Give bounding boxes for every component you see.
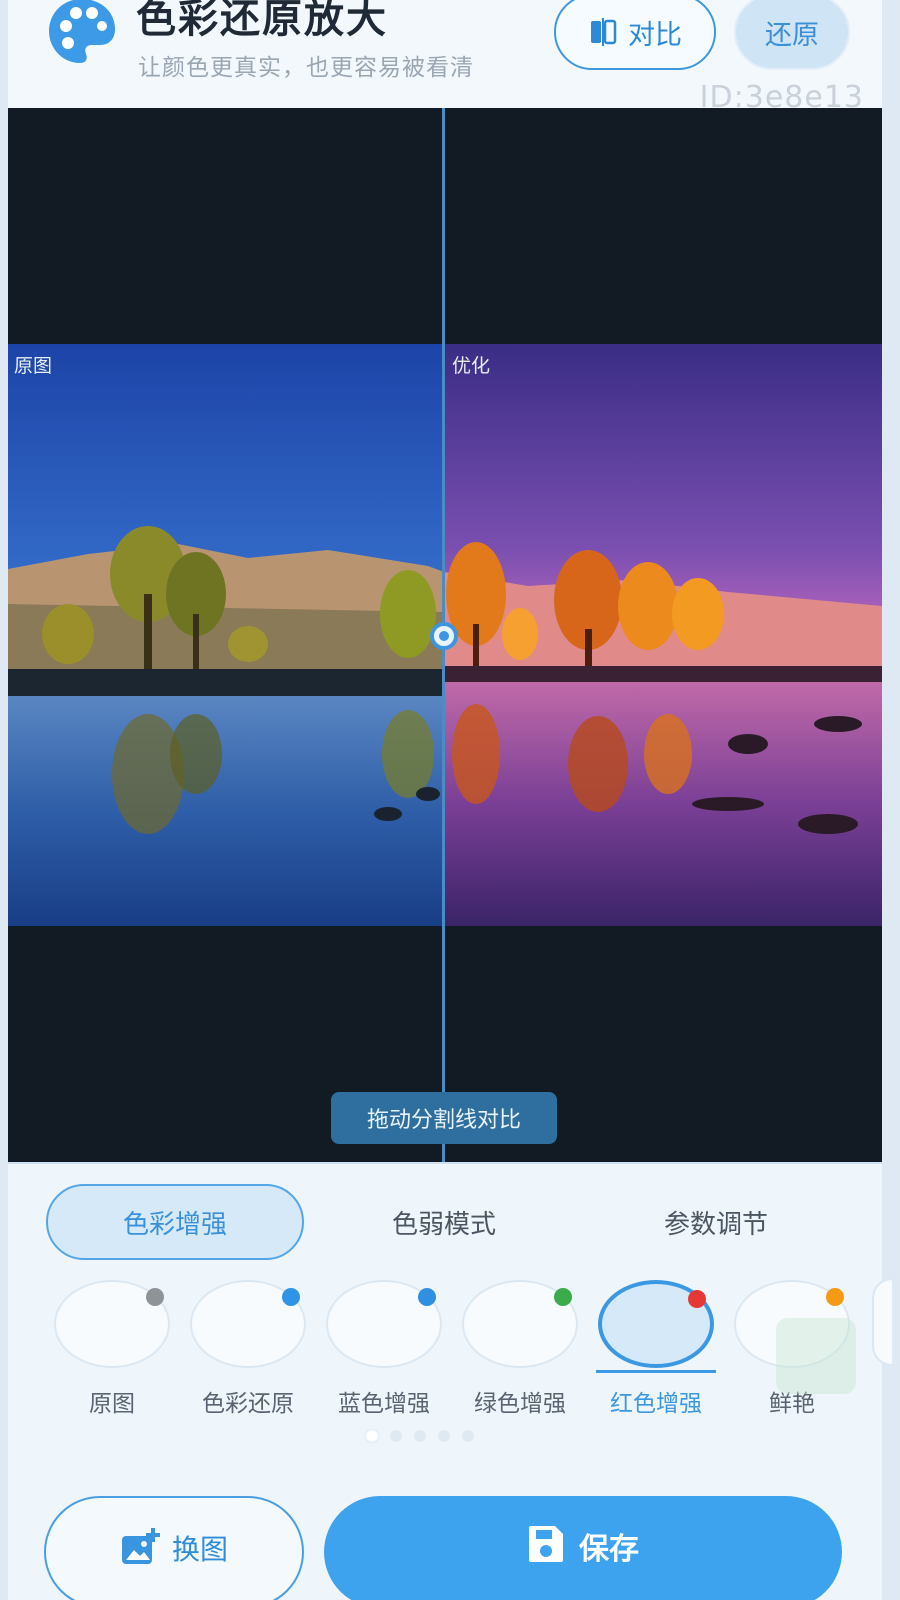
filter-swatch — [462, 1280, 578, 1368]
save-label: 保存 — [579, 1532, 639, 1567]
filter-label: 蓝色增强 — [338, 1391, 430, 1417]
filter-blue-enhance[interactable]: 蓝色增强 — [326, 1280, 442, 1418]
filter-list: 原图 色彩还原 蓝色增强 绿色增强 红色增强 鲜艳 — [8, 1280, 882, 1420]
page-dot — [414, 1430, 426, 1442]
page-title: 色彩还原放大 — [136, 0, 388, 42]
page-dot — [366, 1430, 378, 1442]
save-icon — [529, 1526, 563, 1562]
active-underline — [596, 1370, 716, 1373]
color-dot — [826, 1288, 844, 1306]
restore-button[interactable]: 还原 — [734, 0, 850, 70]
page-dot — [390, 1430, 402, 1442]
filter-green-enhance[interactable]: 绿色增强 — [462, 1280, 578, 1418]
color-dot — [688, 1290, 706, 1308]
compare-canvas[interactable]: 原图 优化 拖动分割线对比 — [8, 108, 882, 1162]
divider-handle[interactable] — [430, 622, 458, 650]
filter-swatch — [598, 1280, 714, 1368]
color-dot — [418, 1288, 436, 1306]
filter-color-restore[interactable]: 色彩还原 — [190, 1280, 306, 1418]
original-photo — [8, 344, 444, 926]
page-dot — [462, 1430, 474, 1442]
floating-overlay — [776, 1318, 856, 1394]
optimized-label: 优化 — [452, 355, 491, 377]
palette-icon — [49, 0, 115, 63]
drag-hint: 拖动分割线对比 — [331, 1092, 557, 1144]
change-image-button[interactable]: 换图 — [44, 1496, 304, 1600]
filter-label: 红色增强 — [610, 1391, 702, 1417]
compare-button[interactable]: 对比 — [554, 0, 716, 70]
compare-icon — [591, 18, 617, 46]
filter-label: 原图 — [89, 1391, 135, 1417]
original-label: 原图 — [14, 355, 53, 377]
tab-parameters[interactable]: 参数调节 — [616, 1184, 816, 1260]
compare-label: 对比 — [628, 19, 682, 51]
filter-original[interactable]: 原图 — [54, 1280, 170, 1418]
filter-swatch — [54, 1280, 170, 1368]
filter-red-enhance[interactable]: 红色增强 — [596, 1280, 716, 1418]
filter-swatch — [326, 1280, 442, 1368]
color-dot — [146, 1288, 164, 1306]
save-button[interactable]: 保存 — [324, 1496, 842, 1600]
page-dot — [438, 1430, 450, 1442]
add-image-icon — [121, 1528, 160, 1564]
next-filter-peek[interactable] — [872, 1278, 892, 1366]
page-subtitle: 让颜色更真实，也更容易被看清 — [138, 55, 474, 81]
filter-label: 绿色增强 — [474, 1391, 566, 1417]
filter-label: 色彩还原 — [202, 1391, 294, 1417]
color-dot — [554, 1288, 572, 1306]
page-indicator — [366, 1430, 474, 1442]
tab-color-enhance[interactable]: 色彩增强 — [46, 1184, 304, 1260]
restore-label: 还原 — [765, 19, 819, 51]
optimized-photo — [444, 344, 882, 926]
filter-swatch — [190, 1280, 306, 1368]
app-header: 色彩还原放大 让颜色更真实，也更容易被看清 对比 还原 ID:3e8e13 — [8, 0, 882, 115]
change-image-label: 换图 — [171, 1533, 228, 1566]
tab-color-weak-mode[interactable]: 色弱模式 — [344, 1184, 544, 1260]
color-dot — [282, 1288, 300, 1306]
